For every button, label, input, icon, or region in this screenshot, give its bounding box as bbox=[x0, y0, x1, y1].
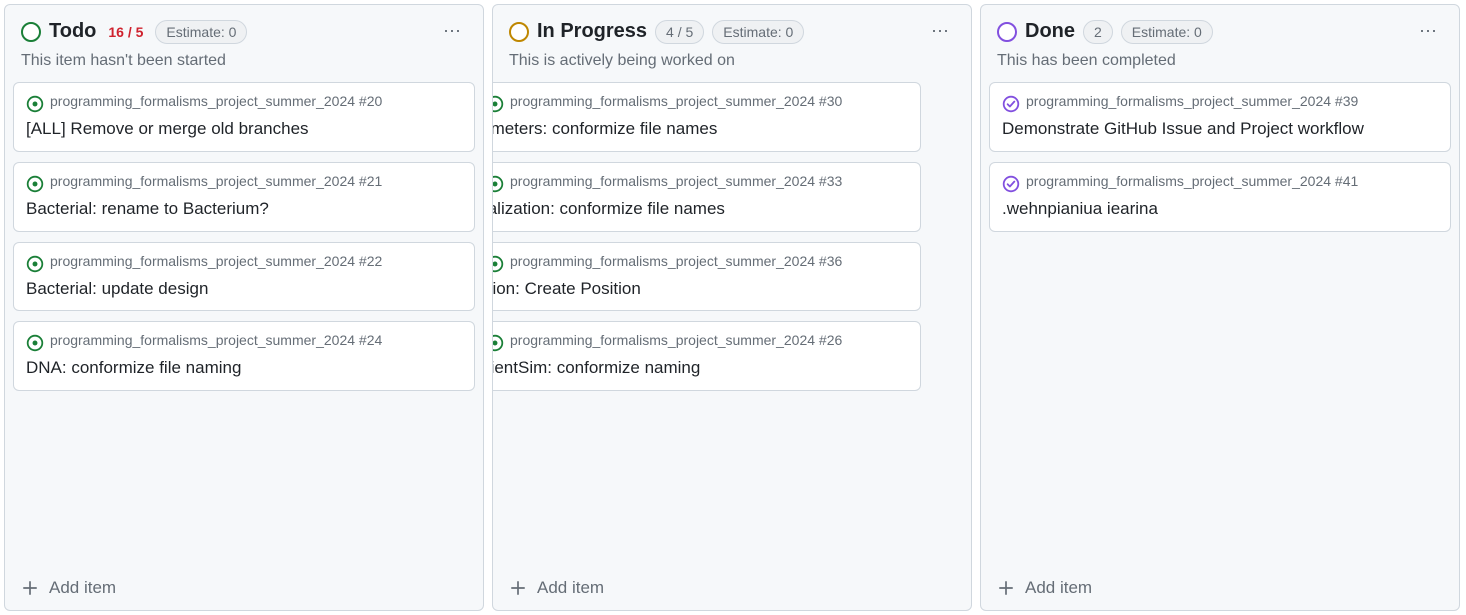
card-title: Bacterial: rename to Bacterium? bbox=[26, 197, 462, 221]
add-item-label: Add item bbox=[537, 578, 604, 598]
card-issue-number: #30 bbox=[819, 93, 842, 109]
card-title: Demonstrate GitHub Issue and Project wor… bbox=[1002, 117, 1438, 141]
issue-open-icon bbox=[493, 255, 504, 273]
card-repo: programming_formalisms_project_summer_20… bbox=[510, 332, 815, 348]
column-title: Done bbox=[1025, 20, 1075, 43]
column-header: In Progress 4 / 5 Estimate: 0 ⋯ bbox=[493, 5, 971, 50]
issue-closed-icon bbox=[1002, 175, 1020, 193]
card-reference: programming_formalisms_project_summer_20… bbox=[493, 173, 908, 193]
plus-icon bbox=[997, 579, 1015, 597]
column-estimate-badge: Estimate: 0 bbox=[1121, 20, 1213, 44]
card-reference: programming_formalisms_project_summer_20… bbox=[493, 332, 908, 352]
column-menu-icon[interactable]: ⋯ bbox=[1415, 17, 1443, 46]
issue-card[interactable]: programming_formalisms_project_summer_20… bbox=[989, 82, 1451, 152]
column-estimate-badge: Estimate: 0 bbox=[712, 20, 804, 44]
issue-card[interactable]: programming_formalisms_project_summer_20… bbox=[13, 162, 475, 232]
card-reference: programming_formalisms_project_summer_20… bbox=[493, 253, 908, 273]
card-repo: programming_formalisms_project_summer_20… bbox=[50, 173, 355, 189]
add-item-button[interactable]: Add item bbox=[981, 565, 1459, 610]
column-count-badge: 2 bbox=[1083, 20, 1113, 44]
card-title: .wehnpianiua iearina bbox=[1002, 197, 1438, 221]
column-description: This is actively being worked on bbox=[493, 50, 971, 78]
plus-icon bbox=[509, 579, 527, 597]
add-item-label: Add item bbox=[1025, 578, 1092, 598]
add-item-button[interactable]: Add item bbox=[5, 565, 483, 610]
column-title: In Progress bbox=[537, 20, 647, 43]
card-title: [ALL] Remove or merge old branches bbox=[26, 117, 462, 141]
column-inprogress: In Progress 4 / 5 Estimate: 0 ⋯ This is … bbox=[492, 4, 972, 611]
status-circle-icon bbox=[509, 22, 529, 42]
card-issue-number: #39 bbox=[1335, 93, 1358, 109]
issue-open-icon bbox=[493, 334, 504, 352]
column-description: This item hasn't been started bbox=[5, 50, 483, 78]
issue-card[interactable]: programming_formalisms_project_summer_20… bbox=[493, 162, 921, 232]
add-item-label: Add item bbox=[49, 578, 116, 598]
status-circle-icon bbox=[21, 22, 41, 42]
column-description: This has been completed bbox=[981, 50, 1459, 78]
issue-open-icon bbox=[493, 175, 504, 193]
issue-card[interactable]: programming_formalisms_project_summer_20… bbox=[989, 162, 1451, 232]
plus-icon bbox=[21, 579, 39, 597]
card-repo: programming_formalisms_project_summer_20… bbox=[50, 332, 355, 348]
card-title: osition: Create Position bbox=[493, 277, 908, 301]
column-count-badge: 4 / 5 bbox=[655, 20, 704, 44]
card-reference: programming_formalisms_project_summer_20… bbox=[26, 93, 462, 113]
issue-card[interactable]: programming_formalisms_project_summer_20… bbox=[13, 82, 475, 152]
card-repo: programming_formalisms_project_summer_20… bbox=[510, 253, 815, 269]
column-estimate-badge: Estimate: 0 bbox=[155, 20, 247, 44]
card-repo: programming_formalisms_project_summer_20… bbox=[1026, 93, 1331, 109]
column-header: Done 2 Estimate: 0 ⋯ bbox=[981, 5, 1459, 50]
issue-open-icon bbox=[26, 255, 44, 273]
issue-open-icon bbox=[26, 175, 44, 193]
card-reference: programming_formalisms_project_summer_20… bbox=[1002, 93, 1438, 113]
card-repo: programming_formalisms_project_summer_20… bbox=[510, 173, 815, 189]
card-title: DNA: conformize file naming bbox=[26, 356, 462, 380]
column-done: Done 2 Estimate: 0 ⋯ This has been compl… bbox=[980, 4, 1460, 611]
card-issue-number: #26 bbox=[819, 332, 842, 348]
card-title: arameters: conformize file names bbox=[493, 117, 908, 141]
card-reference: programming_formalisms_project_summer_20… bbox=[1002, 173, 1438, 193]
column-todo: Todo 16 / 5 Estimate: 0 ⋯ This item hasn… bbox=[4, 4, 484, 611]
status-circle-icon bbox=[997, 22, 1017, 42]
card-title: radientSim: conformize naming bbox=[493, 356, 908, 380]
column-header: Todo 16 / 5 Estimate: 0 ⋯ bbox=[5, 5, 483, 50]
card-issue-number: #41 bbox=[1335, 173, 1358, 189]
card-repo: programming_formalisms_project_summer_20… bbox=[50, 93, 355, 109]
add-item-button[interactable]: Add item bbox=[493, 565, 971, 610]
card-issue-number: #21 bbox=[359, 173, 382, 189]
card-repo: programming_formalisms_project_summer_20… bbox=[1026, 173, 1331, 189]
card-title: isualization: conformize file names bbox=[493, 197, 908, 221]
card-repo: programming_formalisms_project_summer_20… bbox=[50, 253, 355, 269]
issue-card[interactable]: programming_formalisms_project_summer_20… bbox=[13, 321, 475, 391]
issue-closed-icon bbox=[1002, 95, 1020, 113]
card-issue-number: #24 bbox=[359, 332, 382, 348]
card-reference: programming_formalisms_project_summer_20… bbox=[26, 173, 462, 193]
issue-card[interactable]: programming_formalisms_project_summer_20… bbox=[493, 242, 921, 312]
card-issue-number: #36 bbox=[819, 253, 842, 269]
issue-open-icon bbox=[26, 95, 44, 113]
card-issue-number: #33 bbox=[819, 173, 842, 189]
card-reference: programming_formalisms_project_summer_20… bbox=[26, 253, 462, 273]
column-menu-icon[interactable]: ⋯ bbox=[439, 17, 467, 46]
issue-card[interactable]: programming_formalisms_project_summer_20… bbox=[493, 321, 921, 391]
card-reference: programming_formalisms_project_summer_20… bbox=[26, 332, 462, 352]
issue-open-icon bbox=[26, 334, 44, 352]
issue-card[interactable]: programming_formalisms_project_summer_20… bbox=[13, 242, 475, 312]
card-issue-number: #20 bbox=[359, 93, 382, 109]
card-list: programming_formalisms_project_summer_20… bbox=[5, 78, 483, 565]
card-reference: programming_formalisms_project_summer_20… bbox=[493, 93, 908, 113]
card-title: Bacterial: update design bbox=[26, 277, 462, 301]
column-count-badge: 16 / 5 bbox=[104, 20, 147, 44]
card-list: programming_formalisms_project_summer_20… bbox=[981, 78, 1459, 565]
issue-card[interactable]: programming_formalisms_project_summer_20… bbox=[493, 82, 921, 152]
column-menu-icon[interactable]: ⋯ bbox=[927, 17, 955, 46]
column-title: Todo bbox=[49, 20, 96, 43]
card-list: programming_formalisms_project_summer_20… bbox=[493, 78, 971, 565]
card-issue-number: #22 bbox=[359, 253, 382, 269]
issue-open-icon bbox=[493, 95, 504, 113]
card-repo: programming_formalisms_project_summer_20… bbox=[510, 93, 815, 109]
